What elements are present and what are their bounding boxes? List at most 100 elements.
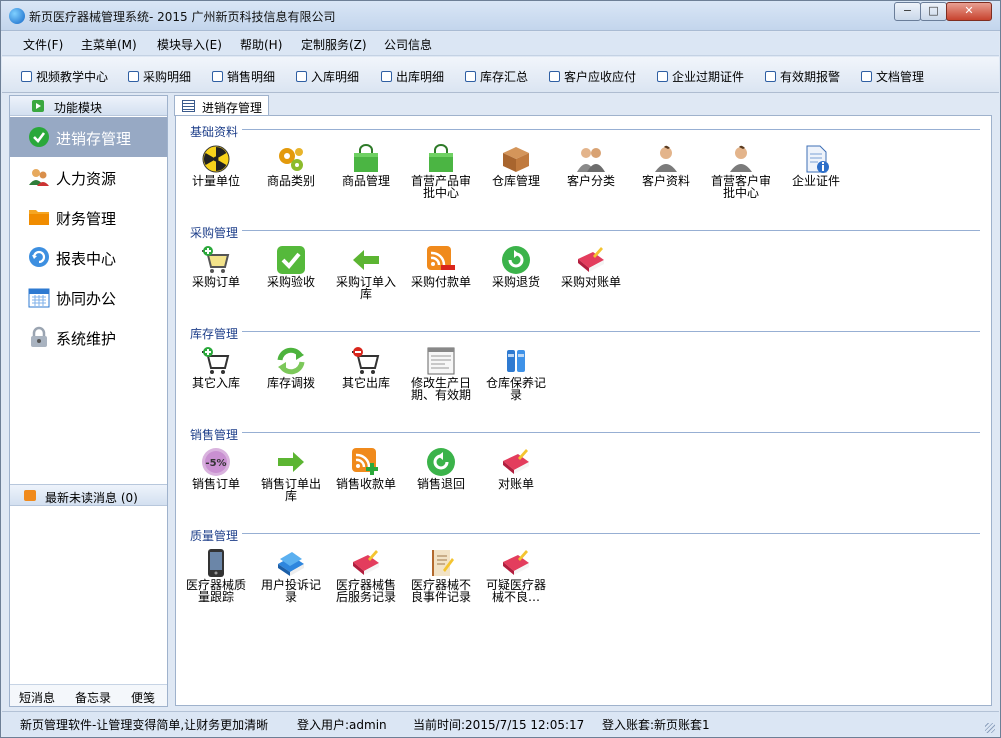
module-item[interactable]: 其它入库 [183,346,249,389]
menu-help[interactable]: 帮助(H) [240,36,282,53]
check-icon [277,246,305,274]
module-item[interactable]: 销售收款单 [333,447,399,490]
bottom-links: 短消息 备忘录 便笺 [10,684,167,706]
module-item[interactable]: 首营产品审批中心 [408,144,474,199]
discount-tag-text: -5% [205,458,226,469]
module-item[interactable]: 采购订单 [183,245,249,288]
module-item[interactable]: 采购付款单 [408,245,474,288]
function-module-header: 功能模块 [10,96,167,116]
module-item[interactable]: 仓库保养记录 [483,346,549,401]
menu-module-import[interactable]: 模块导入(E) [157,36,222,53]
short-message-link[interactable]: 短消息 [19,689,55,706]
toolbar-outbound-detail[interactable]: 出库明细 [381,68,444,85]
window-title: 新页医疗器械管理系统- 2015 广州新页科技信息有限公司 [29,10,336,24]
nav-item-system[interactable]: 系统维护 [10,317,167,357]
module-item[interactable]: 采购退货 [483,245,549,288]
checkbox-icon [381,71,392,82]
module-item[interactable]: 医疗器械售后服务记录 [333,548,399,603]
module-item[interactable]: 医疗器械不良事件记录 [408,548,474,603]
play-icon [32,100,44,112]
toolbar-purchase-detail[interactable]: 采购明细 [128,68,191,85]
phone-device-icon [208,549,224,577]
unread-messages-bar[interactable]: 最新未读消息 (0) [10,484,167,506]
shopping-bag-icon [429,144,453,172]
module-item[interactable]: 商品类别 [258,144,324,187]
nav-item-hr[interactable]: 人力资源 [10,157,167,197]
module-item[interactable]: -5% 销售订单 [183,447,249,490]
menu-custom-service[interactable]: 定制服务(Z) [301,36,367,53]
refresh-icon [277,347,305,375]
status-user: 登入用户:admin [297,718,387,732]
module-item[interactable]: 对账单 [483,447,549,490]
cart-add-icon [202,347,230,374]
folder-icon [29,210,49,225]
status-time: 当前时间:2015/7/15 12:05:17 [413,718,585,732]
module-item[interactable]: 销售退回 [408,447,474,490]
radiation-icon [202,145,230,173]
module-item[interactable]: 采购对账单 [558,245,624,288]
module-item[interactable]: 销售订单出库 [258,447,324,502]
module-item[interactable]: 客户分类 [558,144,624,187]
checkbox-icon [21,71,32,82]
module-item[interactable]: 企业证件 [783,144,849,187]
memo-link[interactable]: 备忘录 [75,689,111,706]
status-account: 登入账套:新页账套1 [602,718,710,732]
module-item[interactable]: 用户投诉记录 [258,548,324,603]
module-item[interactable]: 可疑医疗器械不良… [483,548,549,603]
module-item[interactable]: 修改生产日期、有效期 [408,346,474,401]
maximize-button[interactable]: □ [920,2,947,21]
sticky-note-link[interactable]: 便笺 [131,689,155,706]
nav-item-finance[interactable]: 财务管理 [10,197,167,237]
users-icon [29,169,49,186]
checkbox-icon [765,71,776,82]
toolbar-receivable-payable[interactable]: 客户应收应付 [549,68,636,85]
rss-minus-icon [427,246,455,270]
lock-icon [31,326,47,347]
toolbar-video-tutorial[interactable]: 视频教学中心 [21,68,108,85]
books-icon [278,552,304,576]
minimize-button[interactable]: − [894,2,921,21]
section-title: 质量管理 [190,529,239,543]
nav-item-inventory[interactable]: 进销存管理 [10,117,167,157]
close-button[interactable]: ✕ [946,2,992,21]
title-bar: 新页医疗器械管理系统- 2015 广州新页科技信息有限公司 − □ ✕ [1,1,1000,31]
resize-grip-icon[interactable] [985,723,995,733]
box-icon [503,147,529,172]
nav-item-collaboration[interactable]: 协同办公 [10,277,167,317]
menu-main[interactable]: 主菜单(M) [81,36,137,53]
nav-item-reports[interactable]: 报表中心 [10,237,167,277]
module-item[interactable]: 库存调拨 [258,346,324,389]
app-window: 新页医疗器械管理系统- 2015 广州新页科技信息有限公司 − □ ✕ 文件(F… [0,0,1001,738]
module-item[interactable]: 采购订单入库 [333,245,399,300]
module-item[interactable]: 医疗器械质量跟踪 [183,548,249,603]
form-icon [427,347,455,375]
module-item[interactable]: 采购验收 [258,245,324,288]
module-item[interactable]: 客户资料 [633,144,699,187]
section-divider [242,331,980,332]
toolbar-sales-detail[interactable]: 销售明细 [212,68,275,85]
toolbar-expiry-alert[interactable]: 有效期报警 [765,68,840,85]
check-circle-icon [29,127,49,147]
section-divider [242,533,980,534]
main-content: 进销存管理 基础资料 计量单位 商品类别 商品管理 首营产品审批中心 仓库管理 … [173,95,995,707]
module-item[interactable]: 首营客户审批中心 [708,144,774,199]
users-icon [577,148,605,172]
module-item[interactable]: 商品管理 [333,144,399,187]
toolbar-stock-summary[interactable]: 库存汇总 [465,68,528,85]
toolbar-document-management[interactable]: 文档管理 [861,68,924,85]
module-item[interactable]: 仓库管理 [483,144,549,187]
tab-inventory-management[interactable]: 进销存管理 [174,95,269,116]
notebook-pen-icon [432,550,454,576]
book-pencil-icon [578,247,604,272]
checkbox-icon [861,71,872,82]
menu-company-info[interactable]: 公司信息 [384,36,432,53]
refresh-circle-icon [29,247,49,267]
cart-remove-icon [352,347,380,374]
module-item[interactable]: 计量单位 [183,144,249,187]
menu-file[interactable]: 文件(F) [23,36,63,53]
toolbar-inbound-detail[interactable]: 入库明细 [296,68,359,85]
toolbar-expired-certificates[interactable]: 企业过期证件 [657,68,744,85]
cart-add-icon [202,246,230,273]
module-item[interactable]: 其它出库 [333,346,399,389]
section-divider [242,432,980,433]
